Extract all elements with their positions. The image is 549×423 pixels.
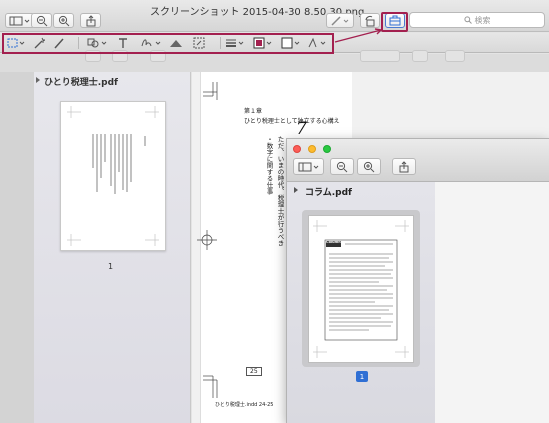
page-number-box: 25: [246, 367, 262, 376]
thumbnail-preview: [67, 106, 159, 246]
search-input[interactable]: 検索: [409, 12, 545, 28]
rotate-icon: [365, 15, 375, 26]
zoom-in-button[interactable]: [53, 13, 74, 28]
disclosure-triangle-icon[interactable]: [292, 186, 300, 194]
w2-zoom-in-button[interactable]: [357, 158, 381, 175]
close-window-button[interactable]: [293, 145, 301, 153]
ghost-pen-button: [360, 50, 400, 62]
chapter-label: 第１章: [244, 108, 263, 115]
vertical-text-block: ただ、いまの時代、税理士が行うべき ・数字に関する仕事: [244, 136, 284, 296]
ghost-rotate-button: [412, 50, 428, 62]
zoom-in-icon: [363, 161, 375, 172]
sidebar-document-title: ひとり税理士.pdf: [44, 78, 118, 88]
disclosure-triangle-icon[interactable]: [34, 76, 42, 84]
thumbnail-page-number: 1: [108, 262, 114, 271]
markup-toolbar-highlight: [2, 33, 334, 54]
second-window-document-title: コラム.pdf: [305, 188, 352, 198]
highlight-connector-arrow: [334, 28, 382, 43]
w2-share-button[interactable]: [392, 158, 416, 175]
search-placeholder: 検索: [474, 15, 491, 25]
second-window-document-area: [435, 182, 549, 423]
w2-sidebar-toggle-button[interactable]: [293, 158, 324, 175]
background-window-edge: [0, 72, 34, 423]
background-window-toolbar: [0, 54, 549, 72]
pen-icon: [331, 15, 349, 26]
handwritten-annotation: 7: [296, 119, 307, 139]
sidebar-icon: [298, 162, 318, 171]
minimize-window-button[interactable]: [308, 145, 316, 153]
ghost-toolbox-button: [445, 50, 465, 62]
share-button[interactable]: [80, 13, 101, 28]
zoom-out-button[interactable]: [31, 13, 52, 28]
sidebar-icon: [9, 16, 30, 25]
thumbnail-preview: [313, 220, 409, 358]
page-number-badge: 1: [356, 371, 368, 382]
body-line: ただ、いまの時代、税理士が行うべき: [276, 136, 284, 247]
zoom-out-icon: [336, 161, 348, 172]
page-thumbnail[interactable]: [60, 101, 166, 251]
w2-zoom-out-button[interactable]: [330, 158, 354, 175]
chapter-subtitle: ひとり税理士として独立する心構え: [244, 118, 340, 125]
zoom-out-icon: [36, 15, 47, 26]
share-icon: [86, 14, 95, 26]
share-icon: [399, 160, 409, 172]
search-icon: [463, 16, 472, 24]
body-line: ・数字に関する仕事: [265, 136, 273, 195]
zoom-in-icon: [58, 15, 69, 26]
page-footer: ひとり税理士.indd 24-25: [215, 402, 274, 408]
zoom-window-button[interactable]: [323, 145, 331, 153]
second-window-page-thumbnail[interactable]: [308, 215, 414, 363]
column-header-label: Column ①: [326, 240, 345, 244]
